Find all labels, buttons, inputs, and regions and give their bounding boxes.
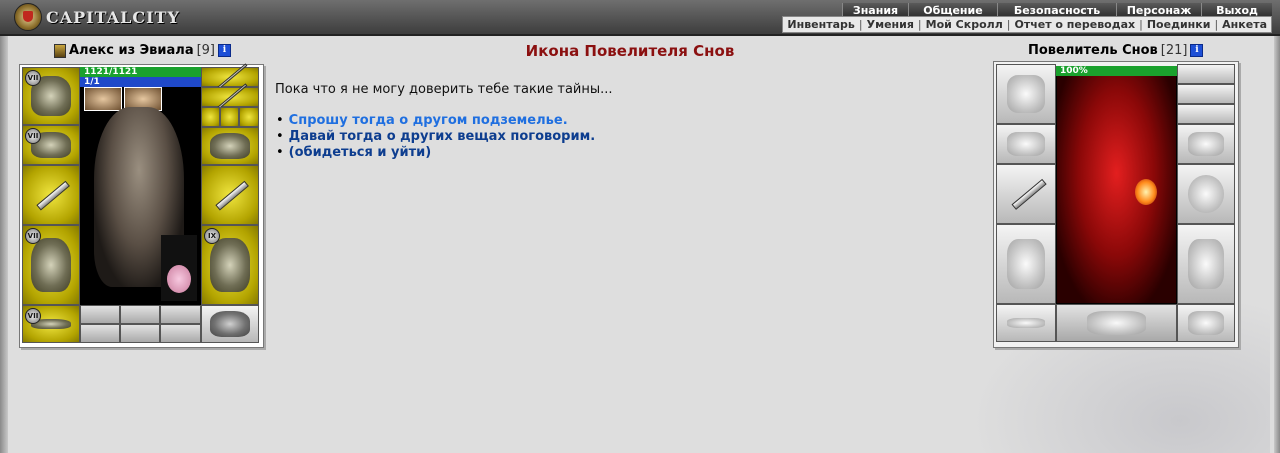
player-name[interactable]: Алекс из Эвиала [69, 43, 194, 58]
player-avatar[interactable]: 1121/1121 1/1 [80, 67, 201, 305]
npc-hp-bar: 100% [1056, 66, 1177, 76]
pet-slot[interactable] [161, 235, 197, 301]
slot-belt[interactable]: VII [22, 305, 80, 343]
leggings-icon [210, 237, 250, 293]
player-mana-bar: 1/1 [80, 77, 201, 87]
frame-left [0, 36, 8, 453]
slot-amulet[interactable] [201, 63, 259, 91]
bracers-icon [1007, 131, 1045, 157]
slot-earrings[interactable] [201, 83, 259, 111]
slot-bracers[interactable]: VII [22, 125, 80, 165]
slot-weapon-right[interactable] [201, 165, 259, 225]
slot-boots[interactable] [201, 305, 259, 343]
slot-ring-3[interactable] [239, 107, 259, 127]
npc-dialogue-title: Икона Повелителя Снов [525, 42, 735, 60]
slot-ring-2[interactable] [220, 107, 239, 127]
npc-slot-bracers[interactable] [996, 124, 1056, 164]
npc-level: [21] [1160, 43, 1188, 58]
clan-icon [54, 43, 66, 58]
submenu-transfer-report[interactable]: Отчет о переводах [1014, 18, 1135, 31]
npc-slot-earrings[interactable] [1177, 84, 1235, 104]
frame-right [1274, 36, 1280, 453]
dialogue-options: • Спрошу тогда о другом подземелье. • Дава… [276, 113, 595, 161]
badge-belt: VII [25, 308, 41, 324]
slot-potion-1[interactable] [80, 305, 120, 324]
npc-slot-amulet[interactable] [1177, 64, 1235, 84]
npc-slot-armor[interactable] [996, 224, 1056, 304]
top-bar: CAPITALCITY Знания Общение Безопасность … [0, 0, 1280, 36]
npc-slot-weapon-left[interactable] [996, 164, 1056, 224]
badge-helmet: VII [25, 70, 41, 86]
option-leave[interactable]: (обидеться и уйти) [289, 145, 432, 161]
npc-title: Повелитель Снов [21] i [1028, 43, 1204, 58]
slot-potion-4[interactable] [80, 324, 120, 343]
shield-icon [1188, 175, 1224, 213]
submenu-skills[interactable]: Умения [867, 18, 914, 31]
player-info-icon[interactable]: i [218, 44, 232, 57]
gloves-icon [1188, 131, 1224, 157]
gloves-icon [210, 133, 250, 159]
badge-armor: VII [25, 228, 41, 244]
helmet-icon [1007, 75, 1045, 113]
boots-icon [1188, 311, 1224, 335]
submenu-inventory[interactable]: Инвентарь [787, 18, 854, 31]
badge-bracers: VII [25, 128, 41, 144]
player-level: [9] [196, 43, 216, 58]
sword-icon [36, 180, 71, 211]
armor-icon [31, 237, 71, 293]
npc-slot-gloves[interactable] [1177, 124, 1235, 164]
slot-helmet[interactable]: VII [22, 67, 80, 125]
sword-icon [215, 180, 250, 211]
belt-icon [1007, 317, 1045, 329]
npc-slot-belt[interactable] [996, 304, 1056, 342]
logo[interactable]: CAPITALCITY [14, 3, 184, 31]
slot-potion-2[interactable] [120, 305, 160, 324]
leggings-icon [1188, 239, 1224, 289]
npc-slot-boots[interactable] [1177, 304, 1235, 342]
dialogue-option: • Давай тогда о других вещах поговорим. [276, 129, 596, 145]
submenu-profile[interactable]: Анкета [1222, 18, 1267, 31]
player-title: Алекс из Эвиала [9] i [54, 43, 232, 58]
player-hp-bar: 1121/1121 [80, 67, 201, 77]
dream-lord-figure [1057, 67, 1176, 303]
npc-slot-helmet[interactable] [996, 64, 1056, 124]
npc-equipment-panel: 100% [993, 61, 1239, 348]
npc-slot-shield[interactable] [1177, 164, 1235, 224]
logo-text: CAPITALCITY [46, 7, 180, 27]
sword-icon [1011, 179, 1046, 210]
slot-weapon-left[interactable] [22, 165, 80, 225]
slot-armor[interactable]: VII [22, 225, 80, 305]
sub-menu: Инвентарь | Умения | Мой Скролл | Отчет о п… [782, 16, 1272, 33]
submenu-my-scroll[interactable]: Мой Скролл [926, 18, 1003, 31]
npc-name[interactable]: Повелитель Снов [1028, 43, 1158, 58]
option-ask-other-dungeon[interactable]: Спрошу тогда о другом подземелье. [289, 113, 568, 129]
buff-icon-1[interactable] [84, 87, 122, 111]
slot-potion-6[interactable] [160, 324, 201, 343]
npc-info-icon[interactable]: i [1190, 44, 1204, 57]
slot-gloves[interactable] [201, 127, 259, 165]
option-other-topics[interactable]: Давай тогда о других вещах поговорим. [289, 129, 595, 145]
npc-slot-rings[interactable] [1177, 104, 1235, 124]
slot-potion-5[interactable] [120, 324, 160, 343]
npc-slot-emblem[interactable] [1056, 304, 1177, 342]
crest-icon [14, 3, 42, 31]
boots-icon [210, 311, 250, 337]
npc-dialogue-text: Пока что я не могу доверить тебе такие т… [275, 82, 613, 97]
player-equipment-panel: VII VII VII VII 1121/1121 1/1 IX [19, 63, 264, 348]
submenu-duels[interactable]: Поединки [1147, 18, 1211, 31]
npc-slot-leggings[interactable] [1177, 224, 1235, 304]
badge-leggings: IX [204, 228, 220, 244]
slot-ring-1[interactable] [201, 107, 220, 127]
dialogue-option: • Спрошу тогда о другом подземелье. [276, 113, 568, 129]
slot-potion-3[interactable] [160, 305, 201, 324]
dialogue-option: • (обидеться и уйти) [276, 145, 432, 161]
armor-icon [1007, 239, 1045, 289]
slot-leggings[interactable]: IX [201, 225, 259, 305]
npc-avatar[interactable]: 100% [1056, 66, 1177, 304]
emblem-icon [1086, 311, 1147, 335]
